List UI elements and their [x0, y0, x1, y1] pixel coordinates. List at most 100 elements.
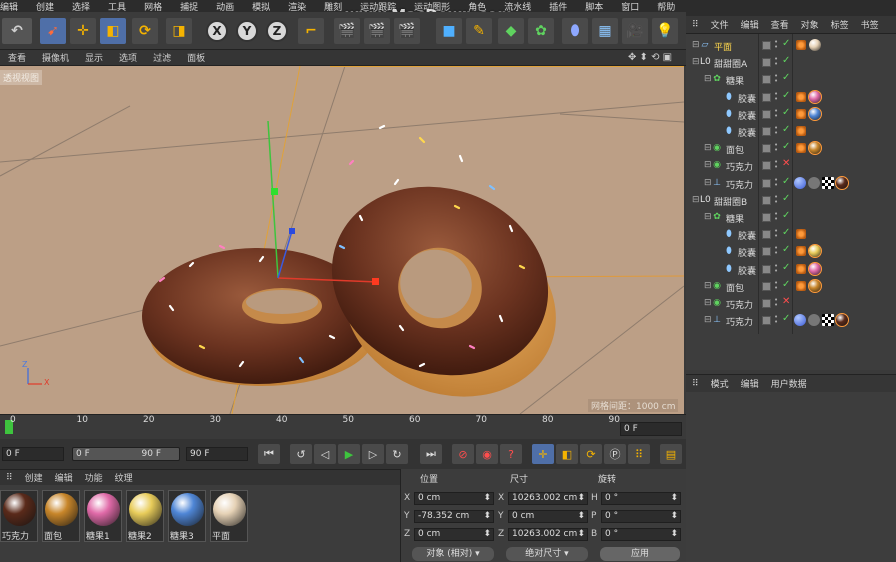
expand-toggle-icon[interactable]: ⊟ [692, 57, 700, 67]
enabled-check-icon[interactable]: ✓ [782, 313, 790, 324]
enabled-check-icon[interactable]: ✓ [782, 72, 790, 83]
object-row[interactable]: ⬮ 胶囊 • • ✓ [686, 106, 896, 123]
phong-tag-icon[interactable] [796, 91, 806, 102]
cube-icon[interactable]: ■ [436, 18, 462, 44]
current-frame-field[interactable]: 0 F [620, 422, 682, 436]
rotation-b-field[interactable]: 0 ° ⬍ [601, 528, 681, 541]
menu-item[interactable]: 脚本 [576, 0, 612, 13]
visibility-dots[interactable]: • • [774, 73, 780, 85]
play-icon[interactable]: ▶ [338, 444, 360, 464]
object-row[interactable]: ⊟ ▱ 平面 • • ✓ [686, 37, 896, 54]
recent-tool-icon[interactable]: ◨ [166, 18, 192, 44]
om-menu-item[interactable]: 书签 [855, 18, 885, 31]
size-y-field[interactable]: 0 cm ⬍ [508, 510, 588, 523]
material-swatch[interactable]: 糖果1 [84, 490, 122, 542]
sds-tag-icon[interactable] [794, 176, 806, 189]
floor-icon[interactable]: ▦ [592, 18, 618, 44]
material-tag-icon[interactable] [808, 106, 822, 121]
x-axis-lock-button[interactable]: X [206, 20, 228, 42]
object-row[interactable]: ⬮ 胶囊 • • ✓ [686, 123, 896, 140]
phong-tag-icon[interactable] [796, 40, 806, 50]
apply-button[interactable]: 应用 [600, 547, 680, 561]
visibility-dots[interactable]: • • [774, 279, 780, 291]
object-row[interactable]: ⊟ L0 甜甜圈B • • ✓ [686, 192, 896, 209]
visibility-dots[interactable]: • • [774, 245, 780, 257]
rotation-p-field[interactable]: 0 ° ⬍ [601, 510, 681, 523]
attr-menu-item[interactable]: 模式 [705, 377, 735, 390]
enabled-check-icon[interactable]: ✓ [782, 227, 790, 238]
timeline-window-icon[interactable]: ▤ [660, 444, 682, 464]
visibility-dots[interactable]: • • [774, 176, 780, 188]
layer-toggle[interactable] [762, 92, 771, 102]
layer-toggle[interactable] [762, 144, 771, 154]
frame-range-slider[interactable]: 0 F 90 F [72, 447, 180, 461]
menu-item[interactable]: 插件 [540, 0, 576, 13]
position-x-field[interactable]: 0 cm ⬍ [414, 492, 494, 505]
enabled-check-icon[interactable]: ✓ [782, 38, 790, 49]
undo-icon[interactable]: ↶ [2, 18, 32, 44]
material-tag-icon[interactable] [808, 141, 822, 156]
checker-tag-icon[interactable] [822, 314, 834, 327]
layer-toggle[interactable] [762, 75, 771, 85]
rotate-tool-icon[interactable]: ⟳ [132, 18, 158, 44]
material-swatch[interactable]: 糖果3 [168, 490, 206, 542]
record-icon[interactable]: ⊘ [452, 444, 474, 464]
size-z-field[interactable]: 10263.002 cm ⬍ [508, 528, 588, 541]
visibility-dots[interactable]: • • [774, 262, 780, 274]
material-tag-icon[interactable] [808, 89, 822, 104]
start-frame-field[interactable]: 0 F [2, 447, 64, 461]
visibility-dots[interactable]: • • [774, 56, 780, 68]
end-frame-field[interactable]: 90 F [186, 447, 248, 461]
viewport-menu-item[interactable]: 摄像机 [34, 51, 77, 64]
object-row[interactable]: ⊟ ◉ 巧克力 • • ✕ [686, 295, 896, 312]
coordinate-mode-dropdown[interactable]: 对象 (相对) ▾ [412, 547, 494, 561]
render-settings-icon[interactable]: 🎬 [394, 18, 420, 44]
layer-toggle[interactable] [762, 264, 771, 274]
menu-item[interactable]: 帮助 [648, 0, 684, 13]
enabled-check-icon[interactable]: ✓ [782, 210, 790, 221]
enabled-check-icon[interactable]: ✓ [782, 124, 790, 135]
phong-tag-icon[interactable] [796, 280, 806, 291]
object-row[interactable]: ⬮ 胶囊 • • ✓ [686, 89, 896, 106]
om-menu-item[interactable]: 标签 [825, 18, 855, 31]
menu-item[interactable]: 模拟 [243, 0, 279, 13]
menu-item[interactable]: 网格 [135, 0, 171, 13]
material-tag-icon[interactable] [809, 39, 821, 51]
menu-item[interactable]: 捕捉 [171, 0, 207, 13]
viewport-nav-icons[interactable]: ✥ ⬍ ⟲ ▣ [628, 52, 672, 63]
material-swatch[interactable]: 巧克力 [0, 490, 38, 542]
object-row[interactable]: ⬮ 胶囊 • • ✓ [686, 243, 896, 260]
expand-toggle-icon[interactable]: ⊟ [704, 212, 712, 222]
keyframe-help-icon[interactable]: ? [500, 444, 522, 464]
layer-toggle[interactable] [762, 213, 771, 222]
camera-icon[interactable]: 🎥 [622, 18, 648, 44]
mograph-icon[interactable]: ✿ [528, 18, 554, 44]
object-row[interactable]: ⊟ ◉ 面包 • • ✓ [686, 278, 896, 295]
om-menu-item[interactable]: 文件 [705, 18, 735, 31]
render-view-icon[interactable]: 🎬 [334, 18, 360, 44]
object-row[interactable]: ⊟ ◉ 面包 • • ✓ [686, 140, 896, 157]
layer-toggle[interactable] [762, 161, 771, 171]
texture-tag-icon[interactable] [808, 176, 820, 189]
visibility-dots[interactable]: • • [774, 193, 780, 205]
menu-item[interactable]: 编辑 [0, 0, 27, 13]
enabled-check-icon[interactable]: ✓ [782, 90, 790, 101]
expand-toggle-icon[interactable]: ⊟ [704, 178, 712, 188]
render-picture-icon[interactable]: 🎬 [364, 18, 390, 44]
viewport-menu-item[interactable]: 过滤 [145, 51, 179, 64]
om-menu-item[interactable]: 编辑 [735, 18, 765, 31]
next-key-icon[interactable]: ↻ [386, 444, 408, 464]
layer-toggle[interactable] [762, 230, 771, 240]
object-row[interactable]: ⊟ ⊥ 巧克力 • • ✓ [686, 175, 896, 192]
coordinate-system-icon[interactable]: ⌐ [298, 18, 324, 44]
menu-item[interactable]: 选择 [63, 0, 99, 13]
object-row[interactable]: ⊟ L0 甜甜圈A • • ✓ [686, 54, 896, 71]
menu-item[interactable]: 窗口 [612, 0, 648, 13]
deformer-icon[interactable]: ⬮ [562, 18, 588, 44]
menu-item[interactable]: 渲染 [279, 0, 315, 13]
next-frame-icon[interactable]: ▷ [362, 444, 384, 464]
menu-item[interactable]: 动画 [207, 0, 243, 13]
subdivision-icon[interactable]: ◆ [498, 18, 524, 44]
menu-item[interactable]: 工具 [99, 0, 135, 13]
enabled-check-icon[interactable]: ✓ [782, 176, 790, 187]
